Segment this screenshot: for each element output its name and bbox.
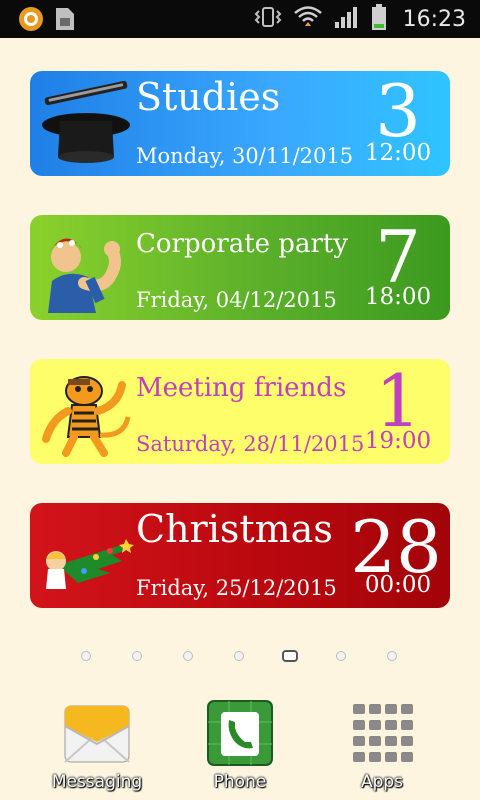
page-indicator: [0, 650, 480, 664]
event-widget-studies[interactable]: Studies Monday, 30/11/2015 3 12:00: [30, 71, 450, 176]
christmas-tree-icon: [38, 509, 134, 601]
days-remaining: 3: [375, 71, 421, 153]
top-hat-icon: [38, 77, 134, 169]
page-dot-6[interactable]: [336, 651, 346, 661]
wifi-icon: [293, 4, 323, 34]
event-title: Christmas: [136, 507, 333, 551]
envelope-icon: [62, 705, 132, 772]
page-dot-4[interactable]: [234, 651, 244, 661]
phone-label: Phone: [213, 772, 267, 792]
signal-icon: [333, 4, 361, 34]
page-dot-5-active[interactable]: [282, 650, 298, 662]
dock: Messaging Phone Apps: [0, 690, 480, 800]
days-remaining: 1: [375, 359, 421, 443]
vibrate-icon: [253, 5, 283, 33]
page-dot-2[interactable]: [132, 651, 142, 661]
event-title: Meeting friends: [136, 373, 347, 403]
event-title: Studies: [136, 75, 281, 119]
event-date: Friday, 04/12/2015: [136, 288, 337, 312]
days-remaining: 7: [375, 215, 421, 299]
battery-icon: [371, 3, 387, 35]
messaging-shortcut[interactable]: Messaging: [37, 690, 157, 792]
page-dot-7[interactable]: [387, 651, 397, 661]
event-time: 00:00: [364, 572, 432, 598]
event-widget-meeting-friends[interactable]: Meeting friends Saturday, 28/11/2015 1 1…: [30, 359, 450, 464]
event-time: 19:00: [364, 428, 432, 454]
sim-card-icon: [54, 6, 76, 36]
tiger-icon: [38, 365, 134, 457]
rosie-riveter-icon: [38, 221, 134, 313]
phone-icon: [205, 700, 275, 772]
clock: 16:23: [402, 6, 466, 32]
page-dot-1[interactable]: [81, 651, 91, 661]
event-time: 18:00: [364, 284, 432, 310]
status-bar: 16:23: [0, 0, 480, 38]
event-date: Friday, 25/12/2015: [136, 576, 337, 600]
event-title: Corporate party: [136, 229, 349, 259]
page-dot-3[interactable]: [183, 651, 193, 661]
phone-shortcut[interactable]: Phone: [180, 690, 300, 792]
event-widget-corporate-party[interactable]: Corporate party Friday, 04/12/2015 7 18:…: [30, 215, 450, 320]
apps-label: Apps: [360, 772, 404, 792]
event-widget-christmas[interactable]: Christmas Friday, 25/12/2015 28 00:00: [30, 503, 450, 608]
apps-shortcut[interactable]: Apps: [322, 690, 442, 792]
event-date: Monday, 30/11/2015: [136, 144, 354, 168]
app-notification-icon: [18, 6, 44, 36]
apps-grid-icon: [347, 704, 417, 772]
messaging-label: Messaging: [51, 772, 143, 792]
event-date: Saturday, 28/11/2015: [136, 432, 365, 456]
event-time: 12:00: [364, 140, 432, 166]
